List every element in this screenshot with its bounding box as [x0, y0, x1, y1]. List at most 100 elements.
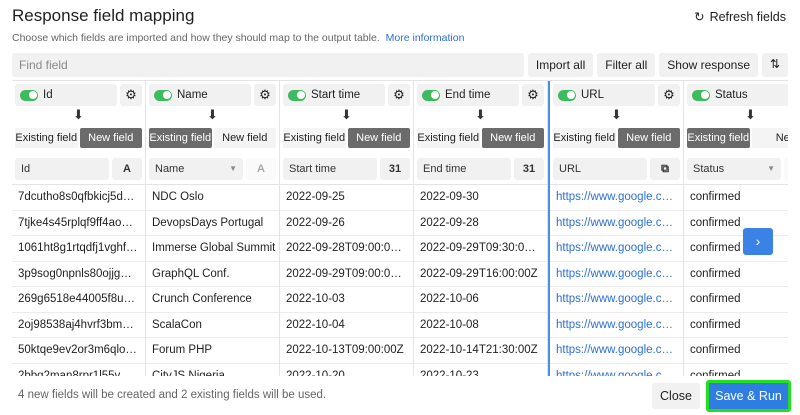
filter-all-button[interactable]: Filter all [597, 53, 656, 77]
table-cell: 269g6518e44005f8u… [12, 287, 145, 313]
existing-field-option[interactable]: Existing field [15, 128, 78, 148]
new-field-option[interactable]: New field [79, 128, 142, 148]
arrow-down-icon: ⬇ [341, 107, 352, 122]
table-cell: 2022-10-03 [280, 287, 413, 313]
table-cell: 2022-10-23 [414, 364, 547, 377]
save-run-highlight: Save & Run [706, 380, 791, 412]
footer-summary: 4 new fields will be created and 2 exist… [18, 389, 327, 401]
table-cell: 2bbq2man8rpr1l55v… [12, 364, 145, 377]
table-cell: https://www.google.c… [550, 236, 683, 262]
toggle-switch[interactable] [558, 89, 576, 101]
table-cell: Forum PHP [146, 338, 279, 364]
arrow-down-icon: ⬇ [745, 107, 756, 122]
toggle-switch[interactable] [288, 89, 306, 101]
field-toggle-pill[interactable]: Status [687, 84, 788, 106]
new-field-option[interactable]: New field [347, 128, 410, 148]
arrow-down-icon: ⬇ [73, 107, 84, 122]
table-cell: confirmed [684, 262, 788, 287]
gear-icon[interactable]: ⚙ [388, 84, 410, 106]
field-label: Name [177, 89, 208, 101]
target-field-select[interactable]: Start time [283, 158, 377, 180]
target-field-select[interactable]: Status ▼ [687, 158, 781, 180]
existing-new-segment: Existing field New field [417, 128, 544, 148]
existing-new-segment: Existing field New field [553, 128, 680, 148]
field-label: Id [43, 89, 53, 101]
table-cell: 2022-09-29T09:00:0… [280, 262, 413, 287]
table-cell: https://www.google.c… [550, 185, 683, 211]
subtitle-text: Choose which fields are imported and how… [12, 32, 380, 44]
import-all-button[interactable]: Import all [527, 53, 594, 77]
find-field-input[interactable]: Find field [12, 53, 524, 77]
sort-icon[interactable]: ⇅ [762, 53, 788, 77]
existing-field-option[interactable]: Existing field [553, 128, 616, 148]
toggle-switch[interactable] [20, 89, 38, 101]
table-cell: 2022-10-04 [280, 313, 413, 338]
table-cell: 7tjke4s45rplqf9ff4ao… [12, 211, 145, 236]
scroll-right-button[interactable]: › [743, 228, 773, 255]
gear-icon[interactable]: ⚙ [522, 84, 544, 106]
gear-icon[interactable]: ⚙ [120, 84, 142, 106]
target-field-select[interactable]: URL [553, 158, 647, 180]
target-field-name: URL [559, 163, 582, 175]
gear-icon[interactable]: ⚙ [254, 84, 276, 106]
target-field-select[interactable]: Name ▼ [149, 158, 243, 180]
field-type-icon[interactable]: ⧉ [650, 158, 680, 180]
existing-field-option[interactable]: Existing field [687, 128, 750, 148]
field-type-icon[interactable]: 31 [380, 158, 410, 180]
table-cell: confirmed [684, 313, 788, 338]
table-cell: 1061ht8g1rtqdfj1vghf… [12, 236, 145, 262]
table-cell: 2022-10-13T09:00:00Z [280, 338, 413, 364]
field-type-icon[interactable]: A [246, 158, 276, 180]
target-field-name: Id [21, 163, 31, 175]
toggle-switch[interactable] [422, 89, 440, 101]
mapping-column: URL ⚙ ⬇ Existing field New field URL ⧉ https://… [548, 81, 684, 376]
new-field-option[interactable]: New field [481, 128, 544, 148]
field-toggle-pill[interactable]: URL [553, 84, 655, 106]
existing-field-option[interactable]: Existing field [417, 128, 480, 148]
gear-icon[interactable]: ⚙ [658, 84, 680, 106]
field-type-icon[interactable] [784, 158, 788, 180]
existing-field-option[interactable]: Existing field [149, 128, 212, 148]
arrow-down-icon: ⬇ [207, 107, 218, 122]
field-type-icon[interactable]: A [112, 158, 142, 180]
close-button[interactable]: Close [652, 383, 700, 409]
more-information-link[interactable]: More information [386, 32, 465, 44]
chevron-down-icon: ▼ [767, 164, 775, 173]
existing-field-option[interactable]: Existing field [283, 128, 346, 148]
target-field-select[interactable]: End time [417, 158, 511, 180]
show-response-button[interactable]: Show response [659, 53, 758, 77]
field-toggle-pill[interactable]: End time [417, 84, 519, 106]
new-field-option[interactable]: New field [617, 128, 680, 148]
table-cell: Crunch Conference [146, 287, 279, 313]
new-field-option[interactable]: Ne [751, 128, 788, 148]
field-toggle-pill[interactable]: Start time [283, 84, 385, 106]
mapping-column: Start time ⚙ ⬇ Existing field New field Start… [280, 81, 414, 376]
table-cell: https://www.google.c… [550, 287, 683, 313]
table-cell: 2022-09-30 [414, 185, 547, 211]
target-field-select[interactable]: Id [15, 158, 109, 180]
field-type-icon[interactable]: 31 [514, 158, 544, 180]
arrow-down-icon: ⬇ [475, 107, 486, 122]
existing-new-segment: Existing field New field [15, 128, 142, 148]
mapping-column: Id ⚙ ⬇ Existing field New field Id A 7dcutho8s0… [12, 81, 146, 376]
toggle-switch[interactable] [692, 89, 710, 101]
save-and-run-button[interactable]: Save & Run [709, 383, 788, 409]
toggle-switch[interactable] [154, 89, 172, 101]
table-cell: 2022-10-06 [414, 287, 547, 313]
new-field-option[interactable]: New field [213, 128, 276, 148]
table-cell: 2oj98538aj4hvrf3bm… [12, 313, 145, 338]
field-toggle-pill[interactable]: Id [15, 84, 117, 106]
table-cell: confirmed [684, 185, 788, 211]
target-field-name: Start time [289, 163, 337, 175]
target-field-name: End time [423, 163, 467, 175]
mapping-column: Name ⚙ ⬇ Existing field New field Name ▼ A NDC O… [146, 81, 280, 376]
refresh-fields-button[interactable]: ↻ Refresh fields [694, 9, 786, 25]
table-cell: confirmed [684, 338, 788, 364]
table-cell: DevopsDays Portugal [146, 211, 279, 236]
field-mapping-grid: Id ⚙ ⬇ Existing field New field Id A 7dcutho8s0… [12, 80, 788, 376]
field-toggle-pill[interactable]: Name [149, 84, 251, 106]
table-cell: 7dcutho8s0qfbkicj5d… [12, 185, 145, 211]
dialog-title: Response field mapping [12, 6, 195, 25]
table-cell: GraphQL Conf. [146, 262, 279, 287]
table-cell: Immerse Global Summit [146, 236, 279, 262]
